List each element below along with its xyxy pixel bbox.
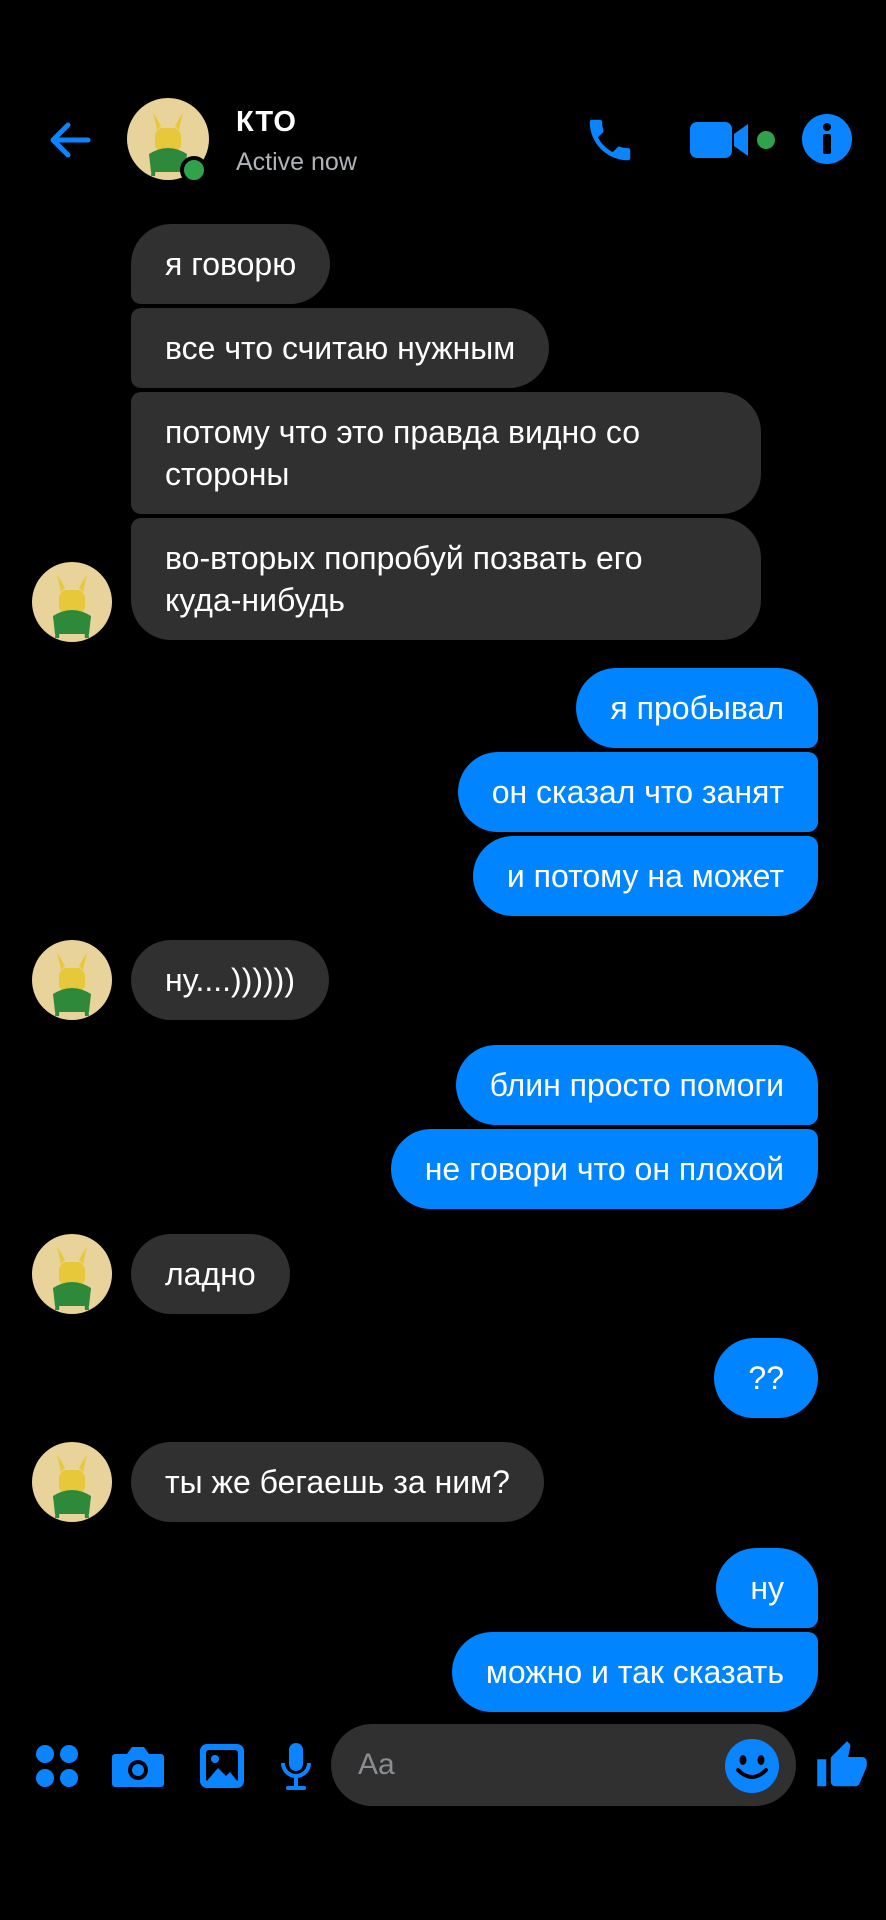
message-bubble-incoming[interactable]: все что считаю нужным [131, 308, 550, 388]
message-bubble-incoming[interactable]: во-вторых попробуй позвать его куда-нибу… [131, 518, 761, 640]
gallery-button[interactable] [193, 1720, 251, 1812]
message-bubble-outgoing[interactable]: не говори что он плохой [390, 1129, 818, 1209]
message-input-placeholder: Aa [358, 1748, 395, 1781]
message-bubble-incoming[interactable]: ты же бегаешь за ним? [131, 1442, 544, 1522]
emoji-icon [725, 1739, 779, 1793]
sender-avatar[interactable] [32, 940, 112, 1020]
emoji-button[interactable] [722, 1720, 782, 1812]
message-bubble-incoming[interactable]: потому что это правда видно со стороны [131, 392, 761, 514]
apps-button[interactable] [30, 1720, 84, 1812]
message-bubble-incoming[interactable]: ладно [131, 1234, 290, 1314]
apps-grid-icon [36, 1745, 78, 1787]
message-bubble-outgoing[interactable]: блин просто помоги [455, 1045, 818, 1125]
message-bubble-outgoing[interactable]: можно и так сказать [451, 1632, 818, 1712]
thumbs-up-icon [817, 1741, 867, 1787]
composer-bar: Aa [0, 1720, 886, 1812]
message-bubble-outgoing[interactable]: ?? [714, 1338, 818, 1418]
like-button[interactable] [812, 1720, 872, 1812]
sender-avatar[interactable] [32, 562, 112, 642]
message-bubble-incoming[interactable]: я говорю [131, 224, 331, 304]
message-bubble-outgoing[interactable]: он сказал что занят [457, 752, 818, 832]
sender-avatar[interactable] [32, 1234, 112, 1314]
message-bubble-outgoing[interactable]: и потому на может [472, 836, 818, 916]
gallery-icon [200, 1744, 244, 1788]
voice-button[interactable] [276, 1720, 316, 1812]
message-bubble-outgoing[interactable]: я пробывал [576, 668, 818, 748]
sender-avatar[interactable] [32, 1442, 112, 1522]
camera-button[interactable] [108, 1720, 168, 1812]
message-bubble-outgoing[interactable]: ну [716, 1548, 818, 1628]
microphone-icon [281, 1743, 311, 1790]
message-list[interactable]: я говорю все что считаю нужным потому чт… [0, 0, 886, 1920]
camera-icon [112, 1747, 164, 1787]
message-bubble-incoming[interactable]: ну....)))))) [131, 940, 329, 1020]
